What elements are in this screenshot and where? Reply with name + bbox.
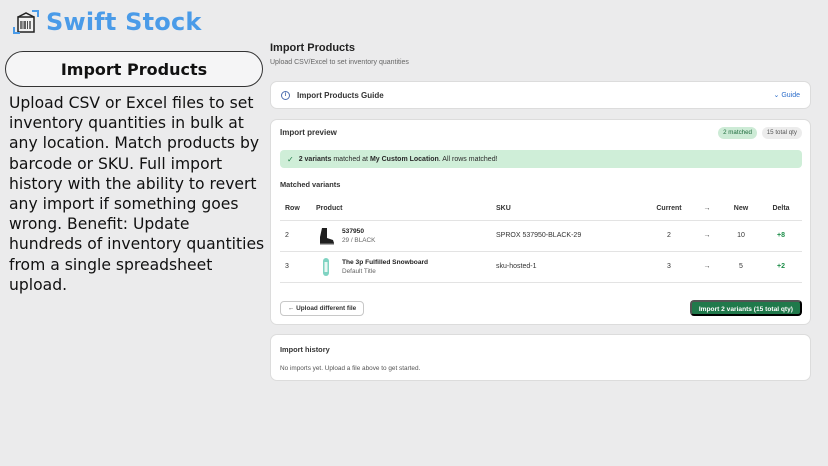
product-cell: The 3p Fulfilled Snowboard Default Title [316,257,496,277]
info-icon: i [281,90,290,100]
product-variant: 29 / BLACK [342,236,376,244]
delta-value: +8 [777,232,785,239]
box-scan-icon [13,10,39,34]
col-current: Current [656,205,682,213]
check-icon: ✓ [287,154,294,164]
banner-count: 2 variants [298,155,332,163]
table-row: 3 The 3p Fulfilled Snowboard Default Tit… [280,251,802,282]
arrow-cell: → [703,232,711,239]
arrow-cell: → [703,263,711,270]
boot-product-image [320,227,334,244]
banner-text: 2 variants matched at My Custom Location… [299,156,498,163]
sku-cell: sku-hosted-1 [496,263,537,270]
banner-location: My Custom Location [369,155,439,163]
success-banner: ✓ 2 variants matched at My Custom Locati… [280,150,802,168]
product-variant: Default Title [342,267,376,275]
brand-name: Swift Stock [46,8,202,36]
new-qty: 10 [737,232,745,239]
matched-variants-table: Row Product SKU Current → New Delta 2 53… [280,198,802,283]
import-history-card: Import history No imports yet. Upload a … [270,334,811,381]
upload-different-file-button[interactable]: ← Upload different file [280,301,365,316]
product-name: 537950 [342,227,365,235]
brand: Swift Stock [12,8,202,36]
guide-card[interactable]: i Import Products Guide ⌄ Guide [270,81,811,109]
col-arrow: → [703,205,711,213]
matched-badge: 2 matched [718,127,757,139]
import-variants-button[interactable]: Import 2 variants (15 total qty) [689,300,802,316]
col-sku: SKU [496,205,511,213]
col-product: Product [316,205,343,213]
current-qty: 3 [667,263,671,270]
product-cell: 537950 29 / BLACK [316,226,496,246]
page-subtitle: Upload CSV/Excel to set inventory quanti… [270,59,409,66]
row-number: 2 [285,232,289,239]
page-title: Import Products [270,42,355,54]
sku-cell: SPROX 537950-BLACK-29 [496,232,582,239]
new-qty: 5 [739,263,743,270]
promo-title-pill: Import Products [5,51,263,87]
row-number: 3 [285,263,289,270]
guide-link-label: Guide [781,91,800,99]
col-delta: Delta [772,205,790,213]
guide-toggle[interactable]: ⌄ Guide [773,91,800,100]
banner-tail: . All rows matched! [438,155,498,163]
table-row: 2 537950 29 / BLACK SPROX 537950-BLACK-2… [280,220,802,251]
current-qty: 2 [667,232,671,239]
history-empty-message: No imports yet. Upload a file above to g… [280,365,421,372]
preview-title: Import preview [280,128,337,137]
table-header-row: Row Product SKU Current → New Delta [280,198,802,220]
col-row: Row [285,205,300,213]
col-new: New [733,205,749,213]
banner-mid: matched at [333,155,368,163]
chevron-down-icon: ⌄ [773,92,780,99]
matched-variants-label: Matched variants [280,180,341,189]
product-name: The 3p Fulfilled Snowboard [342,258,429,266]
import-preview-card: Import preview 2 matched 15 total qty ✓ … [270,119,811,325]
history-title: Import history [280,345,330,354]
guide-title: Import Products Guide [297,90,384,100]
snowboard-product-image [323,257,329,276]
delta-value: +2 [777,263,785,270]
promo-description: Upload CSV or Excel files to set invento… [9,94,265,294]
total-qty-badge: 15 total qty [761,127,802,139]
